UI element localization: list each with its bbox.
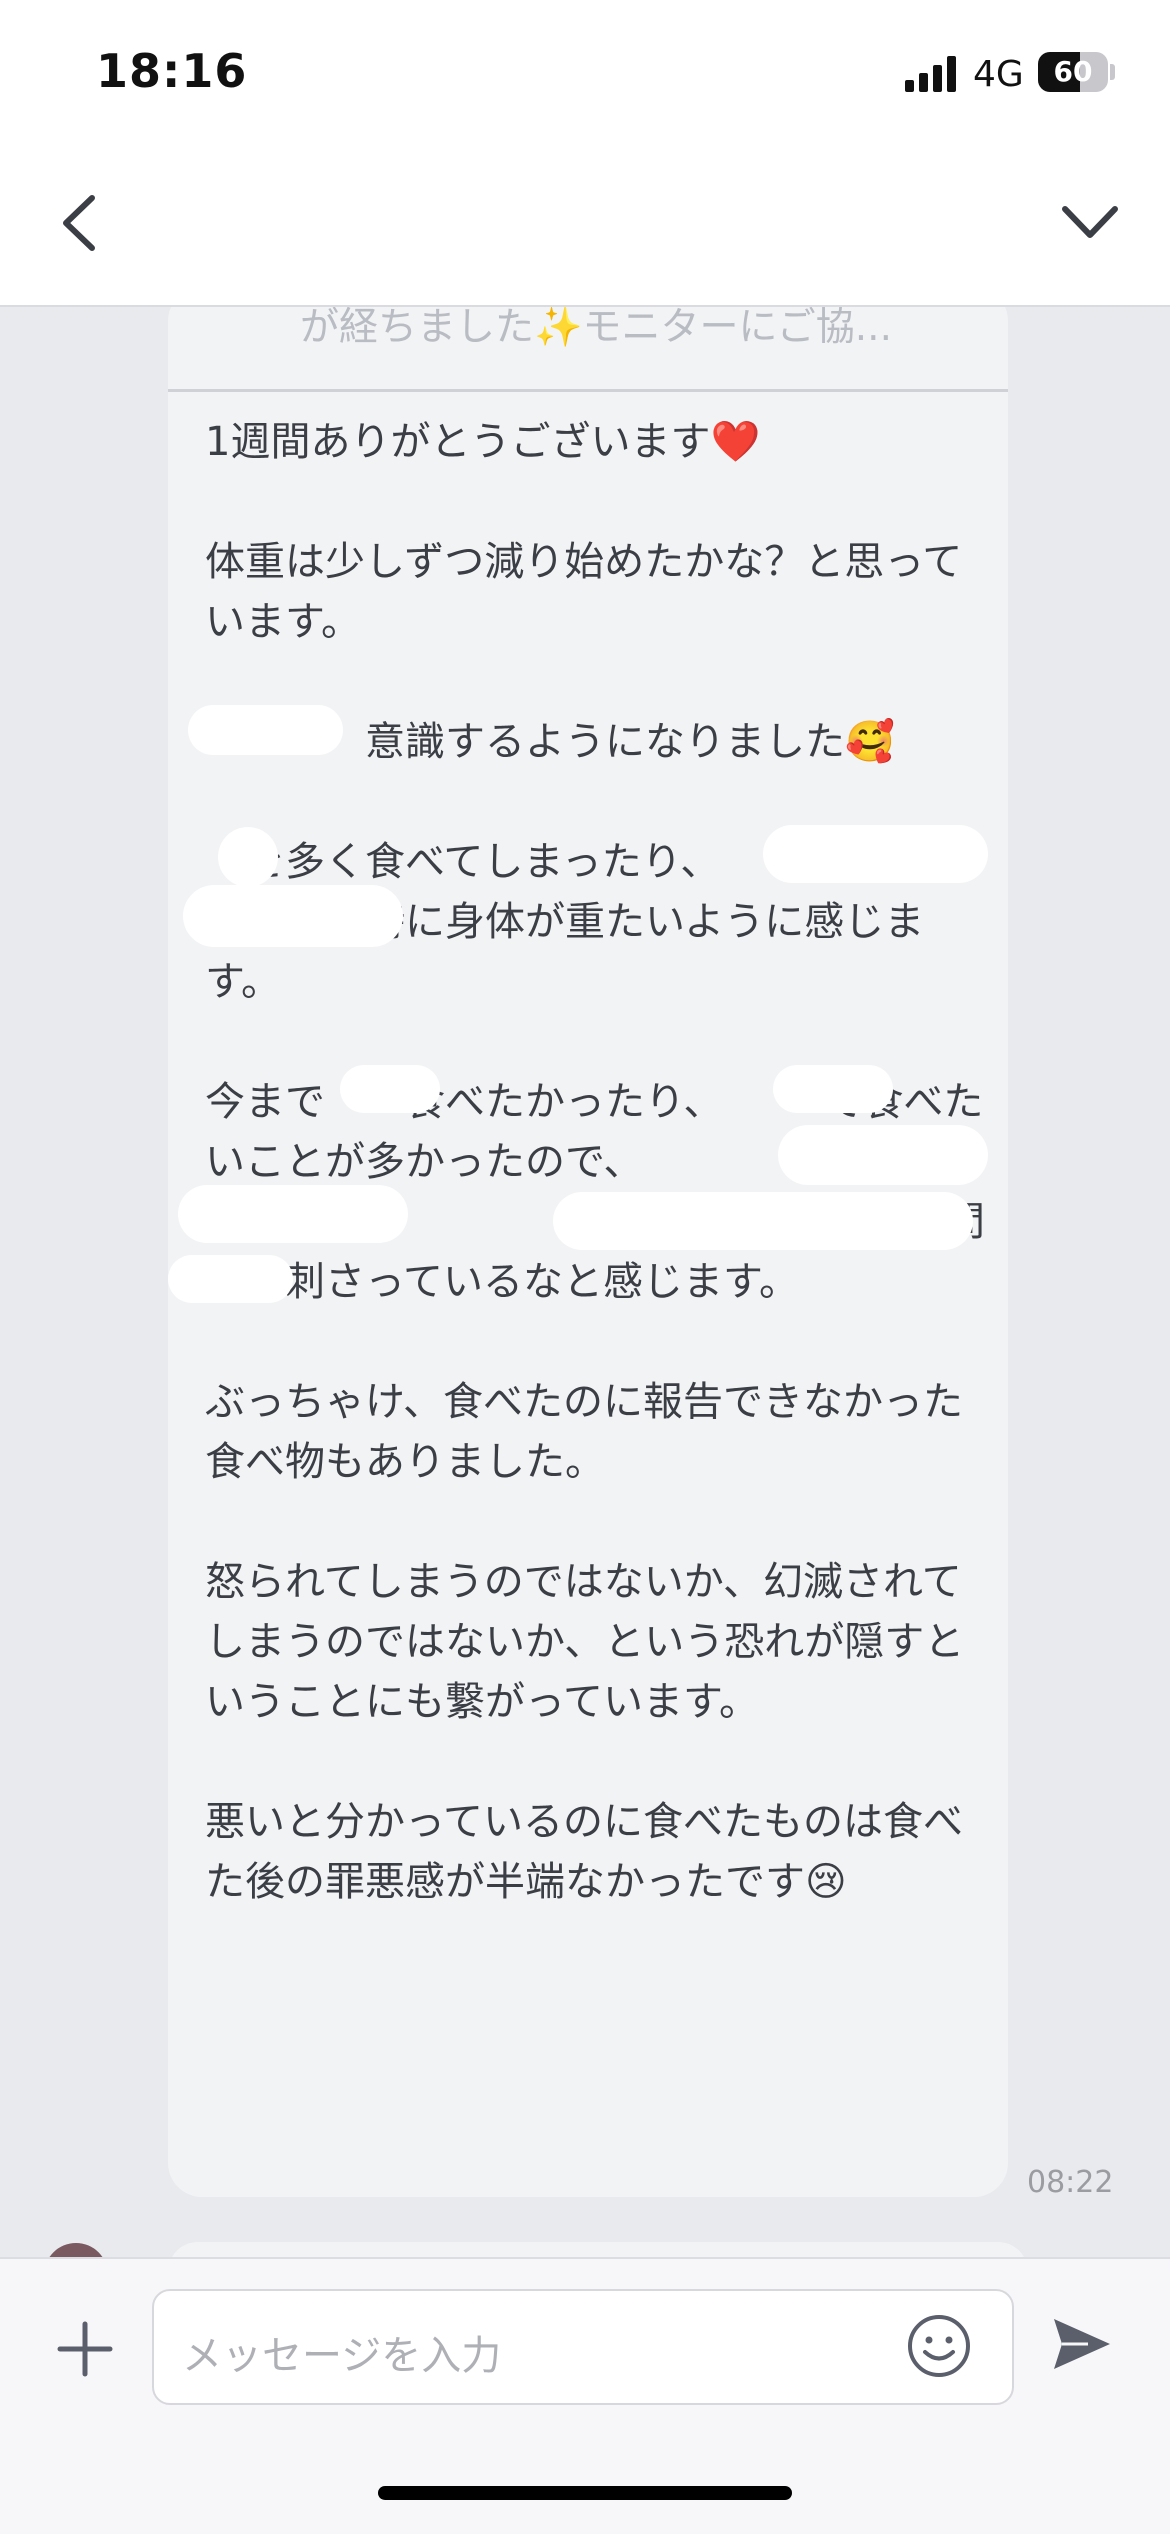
signal-icon (905, 56, 956, 92)
send-icon[interactable] (1048, 2311, 1114, 2377)
avatar[interactable] (44, 2243, 108, 2257)
redaction-mark (218, 827, 278, 887)
home-indicator (378, 2486, 792, 2500)
redaction-mark (773, 1065, 893, 1113)
message-bubble[interactable]: が経ちました✨モニターにご協... 1週間ありがとうございます❤️ 体重は少しず… (168, 307, 1008, 2197)
battery-level: 60 (1053, 55, 1093, 88)
status-time: 18:16 (96, 44, 248, 98)
status-bar: 18:16 4G 60 (0, 0, 1170, 150)
chevron-down-icon[interactable] (1055, 195, 1125, 250)
message-input[interactable]: メッセージを入力 (152, 2289, 1014, 2405)
redaction-mark (183, 885, 403, 947)
nav-bar (0, 150, 1170, 307)
redaction-mark (188, 705, 343, 755)
redaction-mark (178, 1185, 408, 1243)
quoted-message[interactable]: が経ちました✨モニターにご協... (168, 307, 1008, 392)
redaction-mark (778, 1125, 988, 1185)
chat-area[interactable]: が経ちました✨モニターにご協... 1週間ありがとうございます❤️ 体重は少しず… (0, 307, 1170, 2257)
chevron-left-icon[interactable] (50, 188, 110, 258)
redaction-mark (763, 825, 988, 883)
redaction-mark (340, 1065, 440, 1113)
redaction-mark (168, 1255, 293, 1303)
smiley-icon[interactable] (906, 2313, 972, 2379)
message-input-placeholder: メッセージを入力 (182, 2333, 502, 2379)
plus-icon[interactable] (55, 2319, 115, 2379)
redaction-mark (553, 1192, 973, 1250)
battery-icon: 60 (1038, 52, 1108, 92)
message-timestamp: 08:22 (1027, 2165, 1114, 2200)
network-type: 4G (973, 54, 1024, 95)
quoted-text: が経ちました✨モニターにご協... (300, 307, 892, 350)
battery-nub (1110, 64, 1115, 80)
next-message-bubble[interactable] (168, 2242, 1028, 2257)
